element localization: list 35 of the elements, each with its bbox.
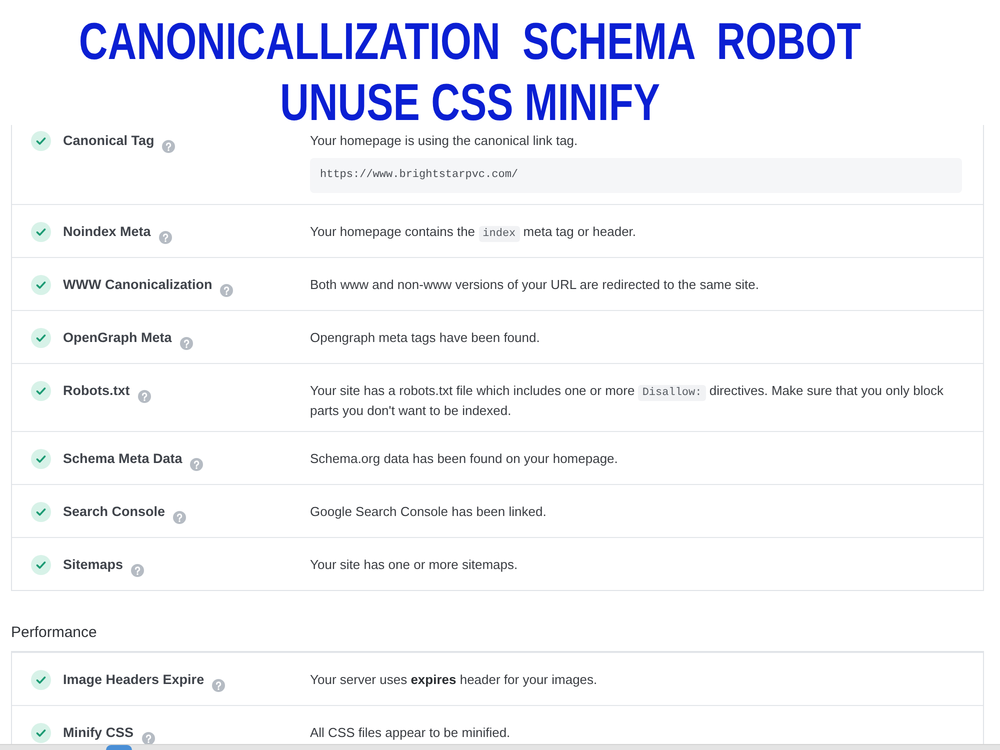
- help-icon[interactable]: [158, 231, 172, 244]
- check-label: Minify CSS: [63, 724, 134, 742]
- headline-text: UNUSE CSS MINIFY: [280, 74, 660, 132]
- check-description: All CSS files appear to be minified.: [310, 724, 512, 742]
- check-description: Your homepage is using the canonical link tag.: [310, 132, 579, 150]
- check-description: Your homepage contains the index meta tag or header.: [310, 223, 638, 243]
- help-icon[interactable]: [131, 564, 144, 577]
- check-description: Both www and non-www versions of your URL are redirected to the same site.: [310, 276, 760, 294]
- check-label: Image Headers Expire: [63, 671, 204, 689]
- check-label: Sitemaps: [63, 556, 124, 574]
- check-description: Schema.org data has been found on your homepage.: [310, 450, 619, 468]
- help-icon[interactable]: [173, 511, 186, 524]
- check-description: Your site has a robots.txt file which includes one or more Disallow: directives. Make sure that you only block parts you don't want to be indexed.: [310, 382, 944, 420]
- taskbar-icon[interactable]: [106, 745, 132, 750]
- check-label: WWW Canonicalization: [63, 276, 212, 294]
- check-description: Google Search Console has been linked.: [310, 503, 548, 521]
- help-icon[interactable]: [138, 390, 151, 403]
- help-icon[interactable]: [220, 284, 234, 297]
- check-label: Search Console: [63, 503, 166, 521]
- check-description: Your server uses expires header for your images.: [310, 671, 598, 689]
- help-icon[interactable]: [212, 679, 226, 692]
- headline-text: CANONICALLIZATION SCHEMA ROBOT: [78, 13, 862, 71]
- section-heading: Performance: [11, 623, 98, 643]
- check-label: Canonical Tag: [63, 132, 154, 150]
- check-label: OpenGraph Meta: [63, 329, 172, 347]
- help-icon[interactable]: [142, 732, 155, 745]
- check-description: Opengraph meta tags have been found.: [310, 329, 541, 347]
- check-label: Schema Meta Data: [63, 450, 182, 468]
- url-code-block: https://www.brightstarpvc.com/: [310, 158, 962, 193]
- help-icon[interactable]: [180, 337, 193, 350]
- help-icon[interactable]: [190, 458, 204, 471]
- check-label: Robots.txt: [63, 382, 130, 400]
- check-label: Noindex Meta: [63, 223, 151, 241]
- check-description: Your site has one or more sitemaps.: [310, 556, 519, 574]
- help-icon[interactable]: [162, 140, 176, 153]
